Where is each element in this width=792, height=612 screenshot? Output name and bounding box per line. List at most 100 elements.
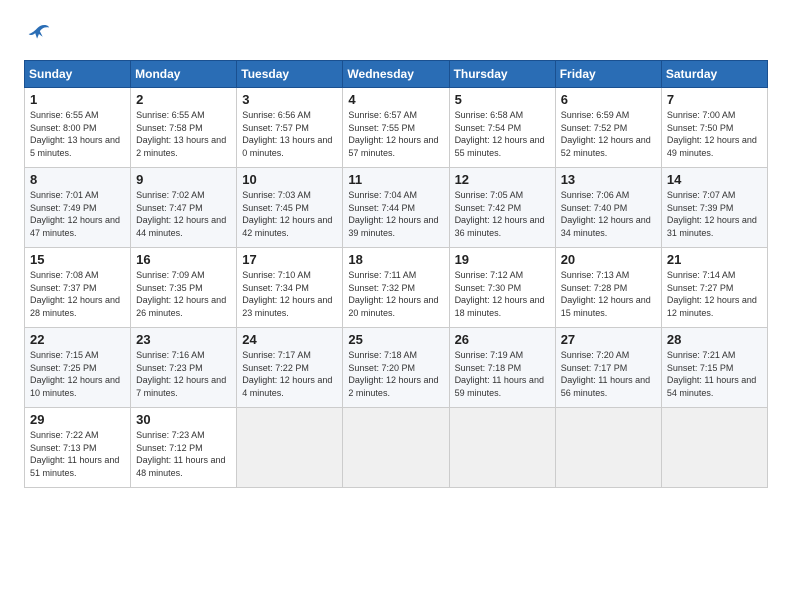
day-number: 24 <box>242 332 337 347</box>
day-number: 5 <box>455 92 550 107</box>
calendar-day-cell <box>555 408 661 488</box>
day-info: Sunrise: 6:59 AMSunset: 7:52 PMDaylight:… <box>561 109 656 159</box>
calendar-day-cell: 14 Sunrise: 7:07 AMSunset: 7:39 PMDayligh… <box>661 168 767 248</box>
day-info: Sunrise: 7:11 AMSunset: 7:32 PMDaylight:… <box>348 269 443 319</box>
calendar-day-cell: 26 Sunrise: 7:19 AMSunset: 7:18 PMDayligh… <box>449 328 555 408</box>
calendar-day-cell: 21 Sunrise: 7:14 AMSunset: 7:27 PMDayligh… <box>661 248 767 328</box>
day-number: 13 <box>561 172 656 187</box>
day-number: 27 <box>561 332 656 347</box>
day-info: Sunrise: 6:57 AMSunset: 7:55 PMDaylight:… <box>348 109 443 159</box>
header <box>24 20 768 48</box>
calendar-day-cell: 18Sunrise: 7:11 AMSunset: 7:32 PMDayligh… <box>343 248 449 328</box>
day-number: 25 <box>348 332 443 347</box>
calendar-day-cell: 4 Sunrise: 6:57 AMSunset: 7:55 PMDaylight… <box>343 88 449 168</box>
day-info: Sunrise: 7:15 AMSunset: 7:25 PMDaylight:… <box>30 349 125 399</box>
calendar-day-cell: 12 Sunrise: 7:05 AMSunset: 7:42 PMDayligh… <box>449 168 555 248</box>
day-number: 1 <box>30 92 125 107</box>
calendar-day-cell <box>343 408 449 488</box>
day-info: Sunrise: 7:22 AMSunset: 7:13 PMDaylight:… <box>30 429 125 479</box>
day-number: 11 <box>348 172 443 187</box>
day-info: Sunrise: 6:56 AMSunset: 7:57 PMDaylight:… <box>242 109 337 159</box>
calendar-day-cell <box>237 408 343 488</box>
weekday-header-row: SundayMondayTuesdayWednesdayThursdayFrid… <box>25 61 768 88</box>
calendar-week-row: 22 Sunrise: 7:15 AMSunset: 7:25 PMDayligh… <box>25 328 768 408</box>
day-number: 12 <box>455 172 550 187</box>
day-number: 6 <box>561 92 656 107</box>
weekday-header: Wednesday <box>343 61 449 88</box>
day-number: 22 <box>30 332 125 347</box>
day-info: Sunrise: 6:55 AMSunset: 8:00 PMDaylight:… <box>30 109 125 159</box>
logo-icon <box>24 20 52 48</box>
calendar-day-cell: 11Sunrise: 7:04 AMSunset: 7:44 PMDayligh… <box>343 168 449 248</box>
day-number: 16 <box>136 252 231 267</box>
calendar-day-cell: 8 Sunrise: 7:01 AMSunset: 7:49 PMDaylight… <box>25 168 131 248</box>
day-number: 15 <box>30 252 125 267</box>
day-number: 10 <box>242 172 337 187</box>
calendar-day-cell: 27 Sunrise: 7:20 AMSunset: 7:17 PMDayligh… <box>555 328 661 408</box>
day-info: Sunrise: 7:05 AMSunset: 7:42 PMDaylight:… <box>455 189 550 239</box>
day-info: Sunrise: 6:55 AMSunset: 7:58 PMDaylight:… <box>136 109 231 159</box>
calendar-day-cell: 3Sunrise: 6:56 AMSunset: 7:57 PMDaylight… <box>237 88 343 168</box>
calendar-day-cell: 17 Sunrise: 7:10 AMSunset: 7:34 PMDayligh… <box>237 248 343 328</box>
calendar-week-row: 29Sunrise: 7:22 AMSunset: 7:13 PMDayligh… <box>25 408 768 488</box>
day-info: Sunrise: 7:17 AMSunset: 7:22 PMDaylight:… <box>242 349 337 399</box>
calendar-day-cell <box>449 408 555 488</box>
calendar-week-row: 15Sunrise: 7:08 AMSunset: 7:37 PMDayligh… <box>25 248 768 328</box>
weekday-header: Tuesday <box>237 61 343 88</box>
day-info: Sunrise: 7:00 AMSunset: 7:50 PMDaylight:… <box>667 109 762 159</box>
day-number: 30 <box>136 412 231 427</box>
weekday-header: Monday <box>131 61 237 88</box>
calendar-day-cell: 6 Sunrise: 6:59 AMSunset: 7:52 PMDaylight… <box>555 88 661 168</box>
calendar-day-cell: 9Sunrise: 7:02 AMSunset: 7:47 PMDaylight… <box>131 168 237 248</box>
day-info: Sunrise: 7:07 AMSunset: 7:39 PMDaylight:… <box>667 189 762 239</box>
day-info: Sunrise: 7:03 AMSunset: 7:45 PMDaylight:… <box>242 189 337 239</box>
calendar-table: SundayMondayTuesdayWednesdayThursdayFrid… <box>24 60 768 488</box>
day-info: Sunrise: 7:14 AMSunset: 7:27 PMDaylight:… <box>667 269 762 319</box>
calendar-day-cell: 23 Sunrise: 7:16 AMSunset: 7:23 PMDayligh… <box>131 328 237 408</box>
calendar-day-cell: 20 Sunrise: 7:13 AMSunset: 7:28 PMDayligh… <box>555 248 661 328</box>
calendar-day-cell: 5Sunrise: 6:58 AMSunset: 7:54 PMDaylight… <box>449 88 555 168</box>
calendar-day-cell: 24 Sunrise: 7:17 AMSunset: 7:22 PMDayligh… <box>237 328 343 408</box>
calendar-day-cell: 19 Sunrise: 7:12 AMSunset: 7:30 PMDayligh… <box>449 248 555 328</box>
day-number: 4 <box>348 92 443 107</box>
day-info: Sunrise: 7:19 AMSunset: 7:18 PMDaylight:… <box>455 349 550 399</box>
day-number: 8 <box>30 172 125 187</box>
day-info: Sunrise: 7:12 AMSunset: 7:30 PMDaylight:… <box>455 269 550 319</box>
calendar-day-cell <box>661 408 767 488</box>
calendar-day-cell: 16 Sunrise: 7:09 AMSunset: 7:35 PMDayligh… <box>131 248 237 328</box>
calendar-day-cell: 2 Sunrise: 6:55 AMSunset: 7:58 PMDaylight… <box>131 88 237 168</box>
day-number: 19 <box>455 252 550 267</box>
day-info: Sunrise: 7:13 AMSunset: 7:28 PMDaylight:… <box>561 269 656 319</box>
day-number: 2 <box>136 92 231 107</box>
day-number: 7 <box>667 92 762 107</box>
day-number: 26 <box>455 332 550 347</box>
calendar-day-cell: 10 Sunrise: 7:03 AMSunset: 7:45 PMDayligh… <box>237 168 343 248</box>
weekday-header: Sunday <box>25 61 131 88</box>
day-info: Sunrise: 7:10 AMSunset: 7:34 PMDaylight:… <box>242 269 337 319</box>
calendar-week-row: 8 Sunrise: 7:01 AMSunset: 7:49 PMDaylight… <box>25 168 768 248</box>
day-info: Sunrise: 7:18 AMSunset: 7:20 PMDaylight:… <box>348 349 443 399</box>
calendar-day-cell: 30 Sunrise: 7:23 AMSunset: 7:12 PMDayligh… <box>131 408 237 488</box>
day-info: Sunrise: 7:09 AMSunset: 7:35 PMDaylight:… <box>136 269 231 319</box>
calendar-day-cell: 29Sunrise: 7:22 AMSunset: 7:13 PMDayligh… <box>25 408 131 488</box>
day-number: 28 <box>667 332 762 347</box>
calendar-day-cell: 7 Sunrise: 7:00 AMSunset: 7:50 PMDaylight… <box>661 88 767 168</box>
day-number: 14 <box>667 172 762 187</box>
day-info: Sunrise: 7:06 AMSunset: 7:40 PMDaylight:… <box>561 189 656 239</box>
day-number: 20 <box>561 252 656 267</box>
day-info: Sunrise: 7:16 AMSunset: 7:23 PMDaylight:… <box>136 349 231 399</box>
weekday-header: Friday <box>555 61 661 88</box>
day-info: Sunrise: 7:01 AMSunset: 7:49 PMDaylight:… <box>30 189 125 239</box>
calendar-day-cell: 1 Sunrise: 6:55 AMSunset: 8:00 PMDaylight… <box>25 88 131 168</box>
day-info: Sunrise: 7:02 AMSunset: 7:47 PMDaylight:… <box>136 189 231 239</box>
day-number: 21 <box>667 252 762 267</box>
day-info: Sunrise: 7:23 AMSunset: 7:12 PMDaylight:… <box>136 429 231 479</box>
logo <box>24 20 56 48</box>
calendar-week-row: 1 Sunrise: 6:55 AMSunset: 8:00 PMDaylight… <box>25 88 768 168</box>
calendar-day-cell: 28 Sunrise: 7:21 AMSunset: 7:15 PMDayligh… <box>661 328 767 408</box>
day-number: 17 <box>242 252 337 267</box>
day-info: Sunrise: 7:21 AMSunset: 7:15 PMDaylight:… <box>667 349 762 399</box>
calendar-day-cell: 25 Sunrise: 7:18 AMSunset: 7:20 PMDayligh… <box>343 328 449 408</box>
day-number: 23 <box>136 332 231 347</box>
day-info: Sunrise: 7:20 AMSunset: 7:17 PMDaylight:… <box>561 349 656 399</box>
